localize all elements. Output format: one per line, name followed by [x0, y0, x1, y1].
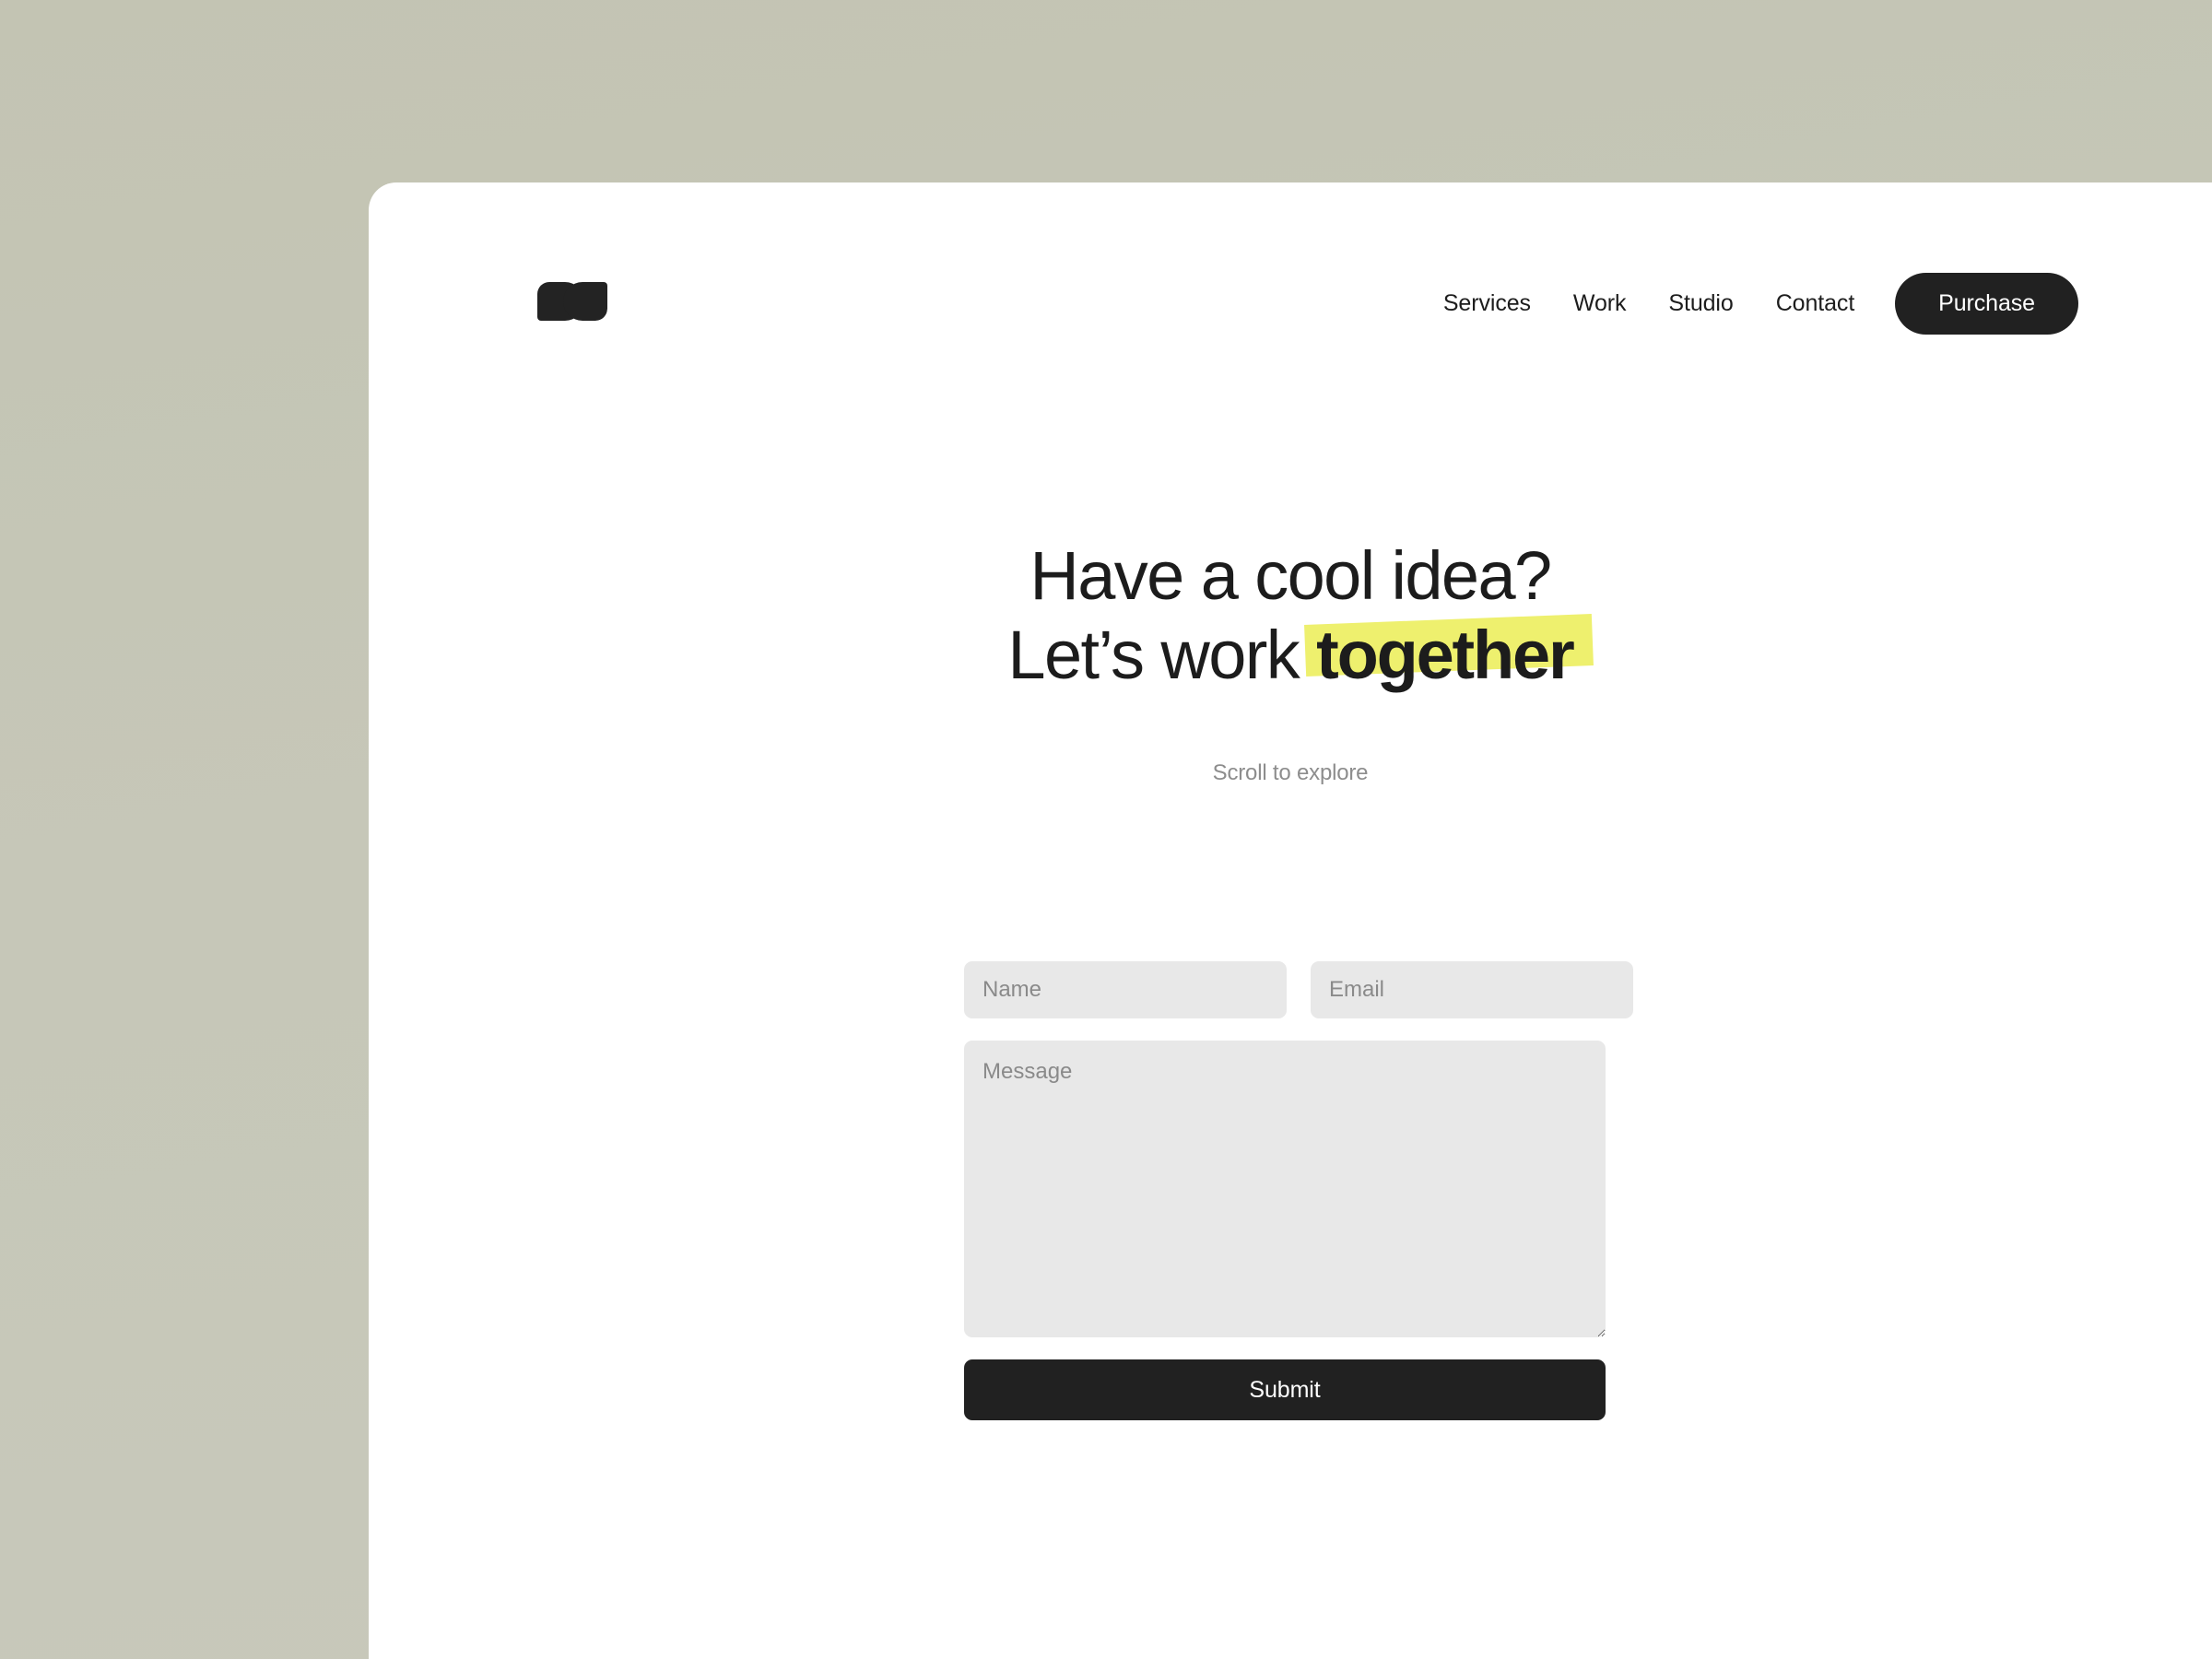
submit-button[interactable]: Submit: [964, 1359, 1606, 1420]
nav-item-studio[interactable]: Studio: [1647, 281, 1754, 326]
headline-prefix: Let’s work: [1007, 616, 1317, 693]
message-textarea[interactable]: [964, 1041, 1606, 1337]
main-navigation: Services Work Studio Contact Purchase: [1422, 273, 2078, 335]
nav-item-work[interactable]: Work: [1552, 281, 1647, 326]
site-header: Services Work Studio Contact Purchase: [369, 182, 2212, 335]
purchase-button[interactable]: Purchase: [1895, 273, 2078, 335]
studio-logo[interactable]: [537, 282, 607, 321]
headline-line-2: Let’s work together: [369, 613, 2212, 695]
hero-section: Have a cool idea? Let’s work together Sc…: [369, 536, 2212, 786]
form-row-name-email: [964, 961, 1633, 1018]
contact-form: Submit: [964, 961, 1633, 1420]
headline-line-1: Have a cool idea?: [1030, 537, 1552, 614]
hero-headline: Have a cool idea? Let’s work together: [369, 536, 2212, 695]
site-panel: Services Work Studio Contact Purchase Ha…: [369, 182, 2212, 1659]
email-input[interactable]: [1311, 961, 1633, 1018]
headline-highlighted-word: together: [1304, 613, 1594, 695]
scroll-hint: Scroll to explore: [1212, 759, 1369, 785]
nav-item-contact[interactable]: Contact: [1755, 281, 1876, 326]
highlight-text: together: [1316, 616, 1575, 693]
nav-item-services[interactable]: Services: [1422, 281, 1552, 326]
name-input[interactable]: [964, 961, 1287, 1018]
